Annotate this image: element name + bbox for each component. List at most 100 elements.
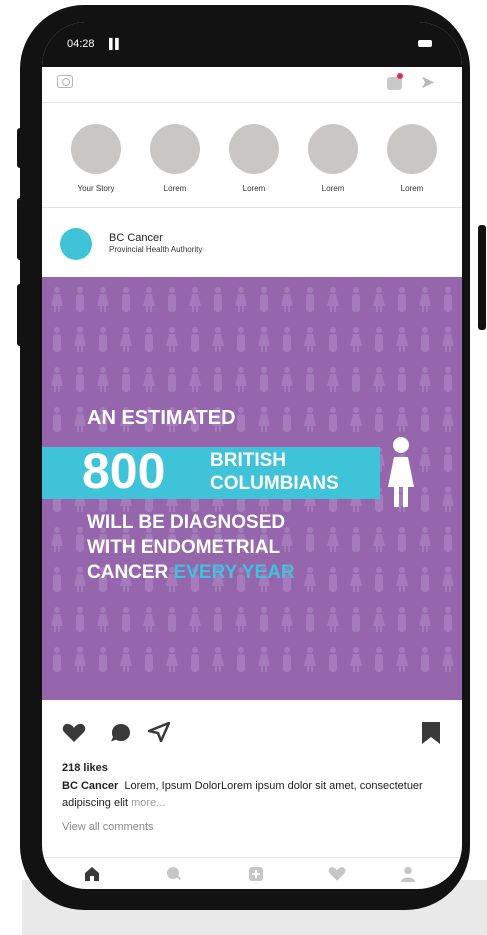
story-avatar[interactable]	[229, 124, 279, 174]
person-silhouette-icon	[444, 447, 452, 472]
person-silhouette-icon	[212, 327, 224, 352]
person-silhouette-icon	[214, 607, 222, 632]
person-silhouette-icon	[350, 407, 362, 432]
camera-icon[interactable]	[57, 75, 73, 88]
top-bar: ➤	[42, 67, 462, 103]
story-avatar[interactable]	[387, 124, 437, 174]
person-silhouette-icon	[143, 607, 155, 632]
story-avatar[interactable]	[71, 124, 121, 174]
person-silhouette-icon	[189, 287, 201, 312]
story-label: Lorem	[242, 184, 266, 193]
person-silhouette-icon	[166, 327, 178, 352]
person-silhouette-icon	[53, 407, 61, 432]
person-silhouette-icon	[352, 527, 360, 552]
number-label-2: COLUMBIANS	[210, 473, 339, 494]
side-button	[478, 225, 486, 330]
person-silhouette-icon	[421, 327, 429, 352]
post-image[interactable]: AN ESTIMATED 800 BRITISH COLUMBIANS WILL…	[42, 277, 462, 700]
send-icon[interactable]: ➤	[420, 72, 435, 93]
person-silhouette-icon	[442, 487, 454, 512]
person-silhouette-icon	[373, 367, 385, 392]
person-silhouette-icon	[306, 367, 314, 392]
person-silhouette-icon	[398, 527, 406, 552]
bookmark-icon[interactable]	[422, 722, 440, 744]
status-time: 04:28	[67, 38, 95, 50]
headline-line-4-a: CANCER	[87, 562, 174, 583]
post-header: BC Cancer Provincial Health Authority	[42, 207, 462, 277]
person-silhouette-icon	[76, 527, 84, 552]
post-account-subtitle: Provincial Health Authority	[109, 245, 203, 254]
person-silhouette-icon	[419, 607, 431, 632]
story-item-your-story[interactable]: Your Story	[66, 124, 126, 193]
person-silhouette-icon	[166, 647, 178, 672]
person-silhouette-icon	[74, 647, 86, 672]
headline-line-3: WITH ENDOMETRIAL	[87, 537, 281, 558]
bottom-nav	[42, 857, 462, 889]
comment-icon[interactable]	[110, 723, 132, 743]
person-silhouette-icon	[444, 607, 452, 632]
profile-icon[interactable]	[400, 866, 416, 882]
person-silhouette-icon	[396, 327, 408, 352]
person-silhouette-icon	[237, 327, 245, 352]
person-silhouette-icon	[375, 567, 383, 592]
person-silhouette-icon	[352, 287, 360, 312]
person-silhouette-icon	[375, 407, 383, 432]
person-silhouette-icon	[74, 567, 86, 592]
search-icon[interactable]	[166, 866, 182, 882]
person-silhouette-icon	[51, 527, 63, 552]
avatar[interactable]	[60, 228, 92, 260]
person-silhouette-icon	[396, 647, 408, 672]
person-silhouette-icon	[281, 287, 293, 312]
story-item[interactable]: Lorem	[382, 124, 442, 193]
person-silhouette-icon	[53, 647, 61, 672]
person-silhouette-icon	[168, 607, 176, 632]
story-item[interactable]: Lorem	[145, 124, 205, 193]
person-silhouette-icon	[260, 287, 268, 312]
share-send-icon[interactable]	[148, 722, 170, 742]
person-silhouette-icon	[74, 407, 86, 432]
person-silhouette-icon	[329, 327, 337, 352]
person-silhouette-icon	[421, 647, 429, 672]
caption-more-link[interactable]: more...	[131, 797, 165, 809]
headline-line-4: CANCER EVERY YEAR	[87, 562, 295, 584]
notification-dot	[397, 73, 403, 79]
person-silhouette-icon	[283, 407, 291, 432]
view-all-comments-link[interactable]: View all comments	[62, 821, 154, 833]
add-post-icon[interactable]	[248, 866, 264, 882]
caption-username[interactable]: BC Cancer	[62, 780, 118, 792]
person-silhouette-icon	[260, 607, 268, 632]
person-silhouette-icon	[373, 607, 385, 632]
person-silhouette-icon	[350, 567, 362, 592]
person-silhouette-icon	[122, 367, 130, 392]
like-heart-icon[interactable]	[62, 723, 86, 743]
person-silhouette-icon	[76, 607, 84, 632]
person-silhouette-icon	[442, 647, 454, 672]
notch	[167, 22, 352, 62]
likes-count[interactable]: 218 likes	[62, 762, 108, 774]
person-silhouette-icon	[99, 647, 107, 672]
person-silhouette-icon	[396, 407, 408, 432]
person-silhouette-icon	[396, 567, 408, 592]
person-silhouette-icon	[214, 367, 222, 392]
heart-icon[interactable]	[328, 866, 346, 882]
person-silhouette-icon	[214, 287, 222, 312]
person-silhouette-icon	[419, 367, 431, 392]
person-silhouette-icon	[398, 607, 406, 632]
person-silhouette-icon	[99, 327, 107, 352]
person-silhouette-icon	[327, 367, 339, 392]
person-silhouette-icon	[281, 367, 293, 392]
person-silhouette-icon	[97, 607, 109, 632]
person-silhouette-icon	[352, 607, 360, 632]
post-account-name[interactable]: BC Cancer	[109, 232, 163, 244]
person-silhouette-icon	[421, 567, 429, 592]
story-item[interactable]: Lorem	[303, 124, 363, 193]
story-item[interactable]: Lorem	[224, 124, 284, 193]
person-silhouette-icon	[53, 567, 61, 592]
person-silhouette-icon	[237, 647, 245, 672]
story-avatar[interactable]	[308, 124, 358, 174]
story-avatar[interactable]	[150, 124, 200, 174]
person-silhouette-icon	[76, 367, 84, 392]
home-icon[interactable]	[84, 866, 100, 882]
person-silhouette-icon	[304, 407, 316, 432]
person-silhouette-icon	[421, 487, 429, 512]
